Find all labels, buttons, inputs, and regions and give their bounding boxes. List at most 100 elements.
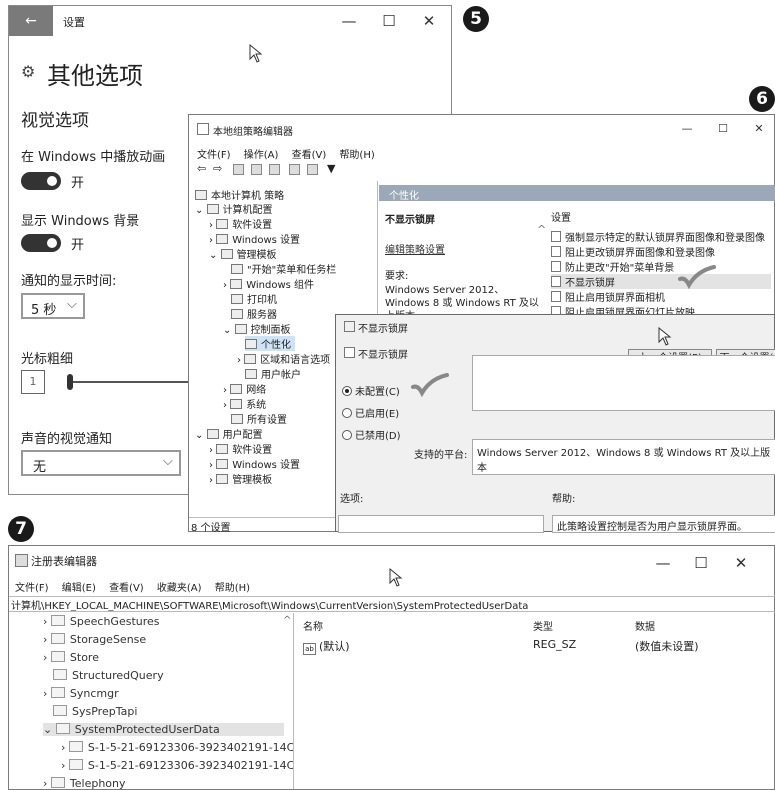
tree-node[interactable]: 打印机 (231, 291, 277, 306)
menu-view[interactable]: 查看(V) (109, 583, 144, 594)
sound-value: 无 (33, 460, 47, 475)
settings-column-header[interactable]: 设置 (551, 209, 571, 224)
page-title: 其他选项 (47, 62, 143, 90)
category-header: 个性化 (379, 185, 775, 202)
setting-icon (344, 347, 355, 358)
step-badge-7: 7 (8, 516, 34, 542)
folder-up-icon[interactable] (233, 164, 244, 175)
minimize-button[interactable]: — (327, 6, 371, 36)
tree-node[interactable]: 所有设置 (231, 411, 287, 426)
tree-node[interactable]: ⌄ 用户配置 (195, 426, 263, 441)
address-bar[interactable]: 计算机\HKEY_LOCAL_MACHINE\SOFTWARE\Microsof… (9, 596, 775, 612)
tree-key[interactable]: › Store (43, 651, 99, 664)
close-button[interactable]: ✕ (719, 548, 763, 578)
radio-not-configured[interactable]: 未配置(C) (342, 383, 400, 398)
column-name[interactable]: 名称 (303, 618, 323, 633)
close-button[interactable]: ✕ (407, 6, 451, 36)
tree-node[interactable]: › 管理模板 (209, 471, 272, 486)
menu-file[interactable]: 文件(F) (15, 583, 49, 594)
tree-key[interactable]: › Syncmgr (43, 687, 119, 700)
policy-row[interactable]: 防止更改"开始"菜单背景 (551, 259, 674, 274)
tree-node[interactable]: › 软件设置 (209, 441, 272, 456)
cursor-size-slider-track[interactable] (73, 381, 193, 383)
tree-key[interactable]: › SpeechGestures (43, 615, 160, 628)
policy-row[interactable]: 强制显示特定的默认锁屏界面图像和登录图像 (551, 229, 765, 244)
gear-icon: ⚙ (21, 62, 36, 81)
menu-file[interactable]: 文件(F) (197, 150, 231, 161)
tree-node[interactable]: › Windows 设置 (209, 231, 300, 246)
platform-box: Windows Server 2012、Windows 8 或 Windows … (472, 439, 775, 475)
tree-key[interactable]: › S-1-5-21-69123306-3923402191-14C (61, 741, 293, 754)
export-list-icon[interactable] (269, 164, 280, 175)
forward-arrow-icon[interactable]: ⇨ (213, 162, 222, 175)
notify-time-value: 5 秒 (31, 303, 57, 318)
help-icon[interactable] (289, 164, 300, 175)
regedit-window: 注册表编辑器 — ☐ ✕ 文件(F) 编辑(E) 查看(V) 收藏夹(A) 帮助… (8, 545, 775, 790)
tree-node[interactable]: ⌄ 控制面板 (223, 321, 291, 336)
mouse-cursor-icon (658, 327, 672, 346)
menu-help[interactable]: 帮助(H) (339, 150, 374, 161)
maximize-button[interactable]: ☐ (367, 6, 411, 36)
value-row[interactable]: ab (默认) (303, 638, 350, 655)
back-button[interactable]: ← (9, 6, 53, 36)
sound-select[interactable]: 无 ⌵ (21, 450, 181, 476)
show-tree-icon[interactable] (251, 164, 262, 175)
tree-key[interactable]: › S-1-5-21-69123306-3923402191-14C (61, 759, 293, 772)
tree-node[interactable]: › Windows 组件 (223, 276, 314, 291)
tree-node[interactable]: ⌄ 管理模板 (209, 246, 277, 261)
tree-node[interactable]: › 系统 (223, 396, 266, 411)
tree-node[interactable]: 服务器 (231, 306, 277, 321)
background-toggle[interactable] (21, 234, 61, 252)
edit-policy-link[interactable]: 编辑策略设置 (385, 241, 445, 256)
tree-key[interactable]: › StorageSense (43, 633, 146, 646)
radio-enabled[interactable]: 已启用(E) (342, 405, 399, 420)
menu-help[interactable]: 帮助(H) (215, 583, 250, 594)
options-label: 选项: (340, 494, 364, 505)
options-pane (338, 515, 544, 533)
tree-node[interactable]: 用户帐户 (245, 366, 301, 381)
tree-node[interactable]: 本地计算机 策略 (195, 187, 284, 202)
policy-desc-title: 不显示锁屏 (385, 215, 435, 226)
back-arrow-icon[interactable]: ⇦ (197, 162, 206, 175)
column-data[interactable]: 数据 (635, 618, 655, 633)
column-type[interactable]: 类型 (533, 618, 553, 633)
maximize-button[interactable]: ☐ (679, 548, 723, 578)
filter-icon[interactable]: ▼ (327, 162, 335, 175)
dialog-app-icon (344, 321, 355, 332)
menu-action[interactable]: 操作(A) (244, 150, 279, 161)
category-header-label: 个性化 (389, 191, 419, 202)
regedit-title: 注册表编辑器 (31, 555, 97, 568)
tree-node[interactable]: › 软件设置 (209, 216, 272, 231)
properties-icon[interactable] (307, 164, 318, 175)
policy-row[interactable]: 阻止更改锁屏界面图像和登录图像 (551, 244, 715, 259)
tree-key[interactable]: StructuredQuery (53, 669, 164, 682)
platform-label: 支持的平台: (414, 450, 468, 461)
menu-view[interactable]: 查看(V) (292, 150, 327, 161)
platform-value: Windows Server 2012、Windows 8 或 Windows … (477, 448, 771, 474)
tree-key-selected[interactable]: ⌄ SystemProtectedUserData (43, 723, 284, 736)
tree-node-selected[interactable]: 个性化 (245, 336, 295, 351)
value-data: (数值未设置) (635, 640, 699, 653)
scroll-up-icon[interactable]: ^ (283, 615, 291, 626)
tree-node[interactable]: ⌄ 计算机配置 (195, 201, 273, 216)
notify-time-select[interactable]: 5 秒 ⌵ (21, 293, 85, 319)
tree-node[interactable]: "开始"菜单和任务栏 (231, 261, 336, 276)
menu-favorites[interactable]: 收藏夹(A) (157, 583, 202, 594)
tree-key[interactable]: SysPrepTapi (53, 705, 137, 718)
policy-row[interactable]: 阻止启用锁屏界面相机 (551, 289, 665, 304)
tree-key[interactable]: › Telephony (43, 777, 126, 789)
radio-disabled[interactable]: 已禁用(D) (342, 427, 401, 442)
scroll-up-icon[interactable]: ^ (537, 223, 546, 236)
gpedit-menubar: 文件(F) 操作(A) 查看(V) 帮助(H) (197, 146, 385, 161)
section-title: 视觉选项 (21, 111, 89, 131)
menu-edit[interactable]: 编辑(E) (62, 583, 96, 594)
tree-node[interactable]: › 区域和语言选项 (237, 351, 330, 366)
tree-node[interactable]: › 网络 (223, 381, 266, 396)
comment-box[interactable] (472, 355, 775, 411)
policy-row-selected[interactable]: 不显示锁屏 (551, 274, 771, 289)
close-button[interactable]: ✕ (737, 115, 775, 143)
animation-toggle[interactable] (21, 172, 61, 190)
requirement-label: 要求: (385, 271, 409, 282)
mouse-cursor-icon (249, 44, 263, 63)
tree-node[interactable]: › Windows 设置 (209, 456, 300, 471)
